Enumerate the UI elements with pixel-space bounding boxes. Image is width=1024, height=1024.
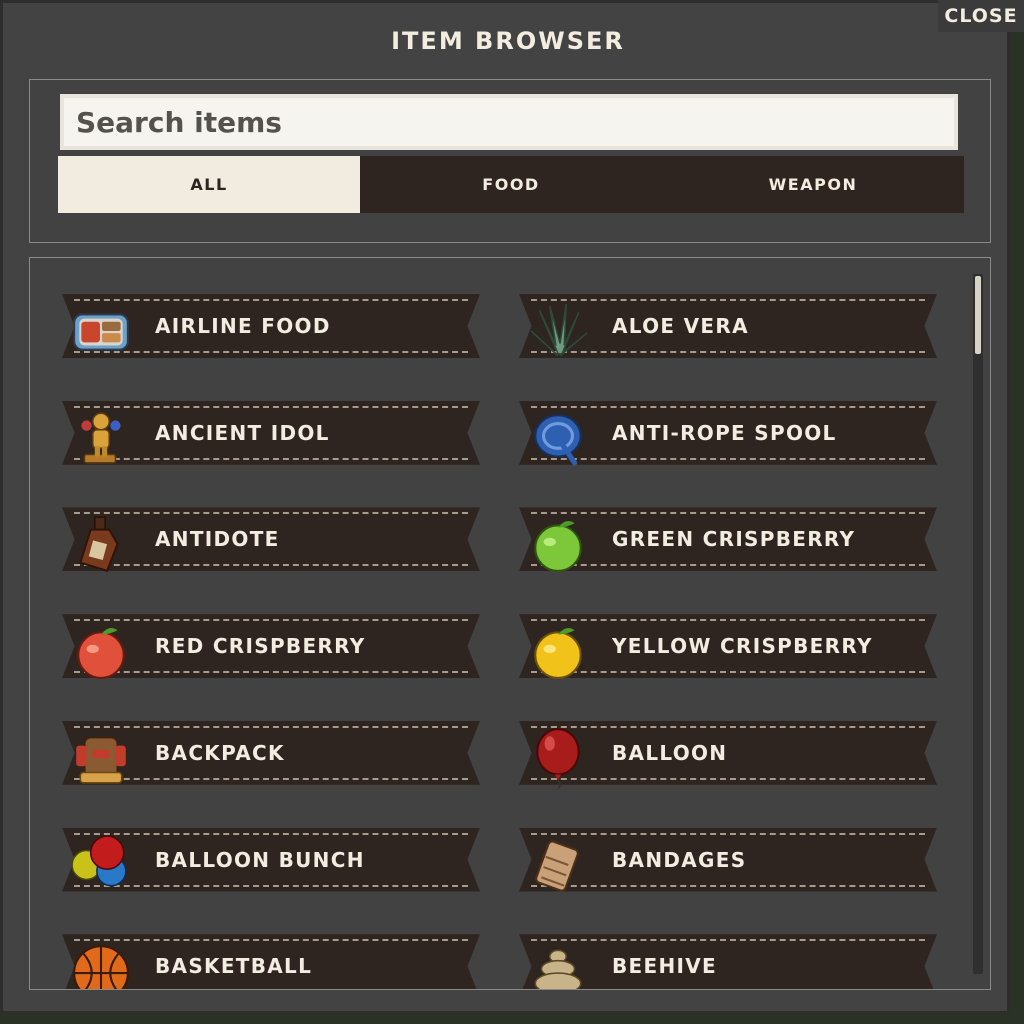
balloon-icon <box>527 727 589 789</box>
item-label: BACKPACK <box>155 740 285 765</box>
item-entry[interactable]: ANCIENT IDOL <box>62 400 480 465</box>
item-entry[interactable]: ALOE VERA <box>519 294 937 358</box>
ancient-idol-icon <box>70 407 132 469</box>
beehive-icon <box>527 940 589 989</box>
window-title: ITEM BROWSER <box>391 27 625 55</box>
item-label: BALLOON BUNCH <box>155 847 365 872</box>
item-browser-window: ITEM BROWSER ALL FOOD WEAPON AIRLINE FOO… <box>0 0 1010 1014</box>
item-list: AIRLINE FOOD ALOE VERA ANCIENT IDOL ANTI-RO… <box>29 257 991 990</box>
bandages-icon <box>527 834 589 896</box>
scrollbar[interactable] <box>973 274 983 974</box>
search-input[interactable] <box>74 104 958 140</box>
stitch-border <box>531 777 925 780</box>
item-entry[interactable]: ANTIDOTE <box>62 507 480 573</box>
red-crispberry-icon <box>70 620 132 682</box>
item-entry[interactable]: BEEHIVE <box>519 934 937 989</box>
stitch-border <box>531 939 925 942</box>
scrollbar-thumb[interactable] <box>975 276 981 354</box>
anti-rope-spool-icon <box>527 407 589 469</box>
tab-all[interactable]: ALL <box>58 156 360 213</box>
item-entry[interactable]: BANDAGES <box>519 827 937 892</box>
item-label: BANDAGES <box>612 847 747 872</box>
category-tabs: ALL FOOD WEAPON <box>58 156 964 213</box>
green-crispberry-icon <box>527 513 589 575</box>
item-entry[interactable]: BACKPACK <box>62 720 480 785</box>
item-entry[interactable]: RED CRISPBERRY <box>62 614 480 679</box>
filter-panel: ALL FOOD WEAPON <box>29 79 991 243</box>
search-box[interactable] <box>60 94 958 150</box>
item-entry[interactable]: YELLOW CRISPBERRY <box>519 614 937 679</box>
item-label: RED CRISPBERRY <box>155 634 366 659</box>
item-entry[interactable]: BALLOON BUNCH <box>62 827 480 892</box>
item-entry[interactable]: ANTI-ROPE SPOOL <box>519 400 937 466</box>
antidote-icon <box>70 513 132 575</box>
item-label: ANCIENT IDOL <box>155 420 330 445</box>
item-label: BASKETBALL <box>155 954 313 979</box>
basketball-icon <box>70 940 132 989</box>
item-label: AIRLINE FOOD <box>155 314 331 338</box>
item-label: BEEHIVE <box>612 954 717 979</box>
item-label: ANTIDOTE <box>155 527 280 552</box>
aloe-vera-icon <box>527 300 589 362</box>
airline-food-icon <box>70 300 132 362</box>
item-entry[interactable]: GREEN CRISPBERRY <box>519 507 937 573</box>
item-label: BALLOON <box>612 740 728 765</box>
item-entry[interactable]: BALLOON <box>519 720 937 789</box>
item-entry[interactable]: BASKETBALL <box>62 934 480 989</box>
close-button[interactable]: CLOSE <box>938 0 1024 32</box>
balloon-bunch-icon <box>70 834 132 896</box>
item-label: GREEN CRISPBERRY <box>612 527 856 552</box>
item-label: ALOE VERA <box>612 314 749 338</box>
item-label: YELLOW CRISPBERRY <box>612 634 873 659</box>
tab-weapon[interactable]: WEAPON <box>662 156 964 213</box>
yellow-crispberry-icon <box>527 620 589 682</box>
backpack-icon <box>70 727 132 789</box>
stitch-border <box>531 725 925 728</box>
item-label: ANTI-ROPE SPOOL <box>612 420 837 445</box>
tab-food[interactable]: FOOD <box>360 156 662 213</box>
item-entry[interactable]: AIRLINE FOOD <box>62 294 480 358</box>
